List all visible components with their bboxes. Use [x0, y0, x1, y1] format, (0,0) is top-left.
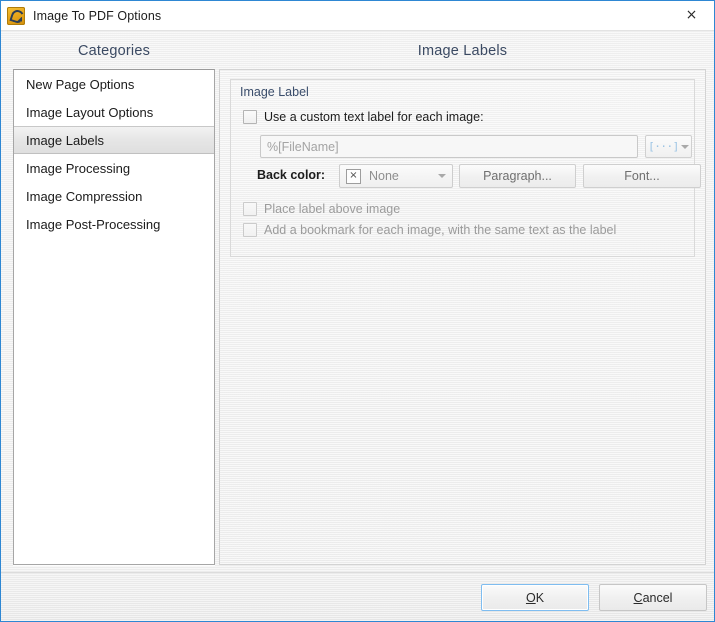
use-custom-label-text: Use a custom text label for each image:: [264, 110, 484, 124]
category-item-image-layout-options[interactable]: Image Layout Options: [14, 98, 214, 126]
cancel-label-rest: ancel: [642, 590, 673, 605]
add-bookmark-text: Add a bookmark for each image, with the …: [264, 223, 617, 237]
font-button[interactable]: Font...: [583, 164, 701, 188]
chevron-down-icon: [680, 144, 689, 149]
categories-heading: Categories: [77, 43, 151, 59]
ok-button[interactable]: OK: [481, 584, 589, 611]
use-custom-label-checkbox[interactable]: [243, 110, 257, 124]
content-area: Categories New Page Options Image Layout…: [1, 31, 714, 573]
ok-button-label: OK: [526, 591, 544, 605]
macro-insert-button[interactable]: [···]: [645, 135, 692, 158]
category-item-new-page-options[interactable]: New Page Options: [14, 70, 214, 98]
no-color-icon: ×: [346, 168, 361, 184]
macro-icon: [···]: [648, 140, 679, 153]
image-label-group: Image Label Use a custom text label for …: [230, 79, 701, 257]
dialog-footer: OK Cancel: [1, 572, 714, 621]
dialog-window: Image To PDF Options × Categories New Pa…: [0, 0, 715, 622]
ok-label-rest: K: [535, 590, 545, 605]
use-custom-label-row[interactable]: Use a custom text label for each image:: [243, 110, 484, 124]
image-label-group-title: Image Label: [240, 85, 309, 99]
chevron-down-icon: [438, 174, 446, 178]
place-label-above-checkbox[interactable]: [243, 202, 257, 216]
place-label-above-text: Place label above image: [264, 202, 401, 216]
dialog-body: Categories New Page Options Image Layout…: [1, 30, 714, 621]
categories-list[interactable]: New Page Options Image Layout Options Im…: [13, 69, 215, 565]
app-icon: [7, 6, 25, 25]
add-bookmark-checkbox[interactable]: [243, 223, 257, 237]
add-bookmark-row[interactable]: Add a bookmark for each image, with the …: [243, 223, 616, 237]
window-title: Image To PDF Options: [33, 8, 162, 23]
categories-panel: Categories New Page Options Image Layout…: [13, 37, 215, 565]
category-item-image-processing[interactable]: Image Processing: [14, 154, 214, 182]
cancel-accelerator: C: [633, 590, 643, 605]
back-color-dropdown[interactable]: × None: [339, 164, 453, 188]
title-bar: Image To PDF Options ×: [1, 1, 714, 30]
back-color-label: Back color:: [257, 168, 326, 182]
category-item-image-labels[interactable]: Image Labels: [14, 126, 214, 154]
category-item-image-compression[interactable]: Image Compression: [14, 182, 214, 210]
label-text-input[interactable]: %[FileName]: [260, 135, 638, 158]
cancel-button-label: Cancel: [634, 591, 673, 605]
close-icon: ×: [685, 7, 698, 23]
settings-surface: Image Label Use a custom text label for …: [219, 69, 706, 565]
place-label-above-row[interactable]: Place label above image: [243, 202, 400, 216]
page-title: Image Labels: [417, 43, 508, 59]
back-color-value: None: [369, 169, 399, 183]
cancel-button[interactable]: Cancel: [599, 584, 707, 611]
image-labels-panel: Image Labels Image Label Use a custom te…: [219, 37, 706, 565]
paragraph-button[interactable]: Paragraph...: [459, 164, 576, 188]
close-button[interactable]: ×: [669, 1, 714, 29]
category-item-image-post-processing[interactable]: Image Post-Processing: [14, 210, 214, 238]
ok-accelerator: O: [525, 590, 536, 605]
